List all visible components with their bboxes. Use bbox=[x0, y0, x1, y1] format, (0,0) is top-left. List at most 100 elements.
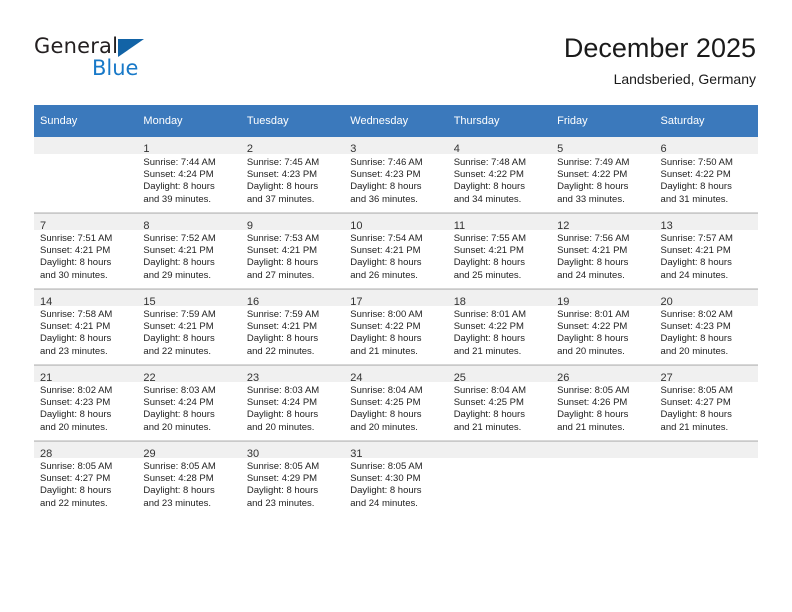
logo-text-blue: Blue bbox=[92, 56, 139, 80]
calendar-day-cell[interactable]: 14 Sunrise: 7:58 AM Sunset: 4:21 PM Dayligh… bbox=[34, 288, 138, 365]
daylight-text-line2: and 31 minutes. bbox=[660, 193, 729, 205]
calendar-day-cell[interactable]: 18 Sunrise: 8:01 AM Sunset: 4:22 PM Dayligh… bbox=[447, 288, 552, 365]
day-number-band: 29 bbox=[137, 441, 241, 460]
day-number-band: 13 bbox=[654, 213, 758, 232]
calendar-day-cell[interactable]: 29 Sunrise: 8:05 AM Sunset: 4:28 PM Dayligh… bbox=[137, 440, 241, 516]
day-cell-inner: 14 Sunrise: 7:58 AM Sunset: 4:21 PM Dayligh… bbox=[34, 289, 138, 364]
day-number: 4 bbox=[453, 143, 460, 155]
sunset-text: Sunset: 4:25 PM bbox=[350, 397, 421, 409]
sunrise-text: Sunrise: 8:01 AM bbox=[453, 309, 527, 320]
calendar-day-cell[interactable]: 30 Sunrise: 8:05 AM Sunset: 4:29 PM Dayligh… bbox=[240, 440, 345, 516]
sunrise-text: Sunrise: 7:48 AM bbox=[453, 157, 527, 168]
sunrise-text: Sunrise: 7:55 AM bbox=[453, 233, 527, 244]
sunrise-text: Sunrise: 7:59 AM bbox=[143, 309, 216, 320]
day-cell-inner bbox=[34, 137, 138, 212]
day-number-band: 2 bbox=[240, 137, 345, 155]
day-number-band: 8 bbox=[137, 213, 241, 232]
daylight-text-line1: Daylight: 8 hours bbox=[246, 181, 319, 193]
day-number-band: 7 bbox=[34, 213, 138, 232]
day-number-band: 1 bbox=[137, 137, 241, 155]
calendar-week-row: 1 Sunrise: 7:44 AM Sunset: 4:24 PM Daylight… bbox=[34, 137, 758, 213]
daylight-text-line1: Daylight: 8 hours bbox=[660, 409, 732, 421]
calendar-day-cell[interactable]: 11 Sunrise: 7:55 AM Sunset: 4:21 PM Dayligh… bbox=[447, 212, 552, 289]
calendar-day-cell[interactable]: 1 Sunrise: 7:44 AM Sunset: 4:24 PM Daylight… bbox=[137, 137, 241, 213]
sunset-text: Sunset: 4:22 PM bbox=[350, 321, 421, 333]
day-details: Sunrise: 7:59 AM Sunset: 4:21 PM Daylight:… bbox=[137, 306, 240, 358]
calendar-day-cell[interactable]: 15 Sunrise: 7:59 AM Sunset: 4:21 PM Dayligh… bbox=[137, 288, 241, 365]
day-details: Sunrise: 8:04 AM Sunset: 4:25 PM Daylight:… bbox=[344, 382, 447, 434]
day-number-band: 21 bbox=[34, 365, 138, 384]
calendar-day-cell[interactable]: 31 Sunrise: 8:05 AM Sunset: 4:30 PM Dayligh… bbox=[344, 440, 448, 516]
calendar-day-cell[interactable]: 19 Sunrise: 8:01 AM Sunset: 4:22 PM Dayligh… bbox=[551, 288, 655, 365]
calendar-day-cell[interactable]: 24 Sunrise: 8:04 AM Sunset: 4:25 PM Dayligh… bbox=[344, 364, 448, 441]
calendar-day-cell[interactable]: 20 Sunrise: 8:02 AM Sunset: 4:23 PM Dayligh… bbox=[654, 288, 758, 365]
sunset-text: Sunset: 4:27 PM bbox=[40, 473, 111, 485]
calendar-day-cell[interactable]: 6 Sunrise: 7:50 AM Sunset: 4:22 PM Daylight… bbox=[654, 137, 758, 213]
daylight-text-line2: and 20 minutes. bbox=[246, 421, 315, 433]
calendar-day-cell[interactable]: 10 Sunrise: 7:54 AM Sunset: 4:21 PM Dayligh… bbox=[344, 212, 448, 289]
page-header: General Blue December 2025 Landsberied, … bbox=[0, 0, 792, 100]
day-number-band: 24 bbox=[344, 365, 448, 384]
calendar-day-cell[interactable]: 12 Sunrise: 7:56 AM Sunset: 4:21 PM Dayligh… bbox=[551, 212, 655, 289]
sunrise-text: Sunrise: 7:59 AM bbox=[246, 309, 320, 320]
logo-triangle-icon bbox=[118, 39, 144, 57]
calendar-day-cell[interactable]: 25 Sunrise: 8:04 AM Sunset: 4:25 PM Dayligh… bbox=[447, 364, 552, 441]
day-number-band bbox=[654, 441, 758, 458]
day-number: 10 bbox=[350, 220, 363, 232]
calendar-day-cell[interactable]: 21 Sunrise: 8:02 AM Sunset: 4:23 PM Dayligh… bbox=[34, 364, 138, 441]
sunset-text: Sunset: 4:23 PM bbox=[246, 169, 318, 181]
daylight-text-line2: and 39 minutes. bbox=[143, 193, 212, 205]
day-number-band: 30 bbox=[240, 441, 345, 460]
calendar-day-cell[interactable]: 2 Sunrise: 7:45 AM Sunset: 4:23 PM Daylight… bbox=[240, 137, 345, 213]
calendar-day-cell[interactable]: 22 Sunrise: 8:03 AM Sunset: 4:24 PM Dayligh… bbox=[137, 364, 241, 441]
calendar-empty-cell bbox=[34, 137, 138, 213]
daylight-text-line2: and 24 minutes. bbox=[660, 269, 729, 281]
calendar-day-cell[interactable]: 26 Sunrise: 8:05 AM Sunset: 4:26 PM Dayligh… bbox=[551, 364, 655, 441]
day-number: 3 bbox=[350, 143, 357, 155]
day-details: Sunrise: 8:03 AM Sunset: 4:24 PM Daylight:… bbox=[241, 382, 344, 434]
day-number-band: 19 bbox=[551, 289, 655, 308]
day-cell-inner: 28 Sunrise: 8:05 AM Sunset: 4:27 PM Dayligh… bbox=[34, 441, 138, 516]
calendar-day-cell[interactable]: 4 Sunrise: 7:48 AM Sunset: 4:22 PM Daylight… bbox=[447, 137, 552, 213]
day-cell-inner: 17 Sunrise: 8:00 AM Sunset: 4:22 PM Dayligh… bbox=[344, 289, 448, 364]
calendar-day-cell[interactable]: 27 Sunrise: 8:05 AM Sunset: 4:27 PM Dayligh… bbox=[654, 364, 758, 441]
daylight-text-line1: Daylight: 8 hours bbox=[40, 257, 112, 269]
calendar-day-cell[interactable]: 8 Sunrise: 7:52 AM Sunset: 4:21 PM Daylight… bbox=[137, 212, 241, 289]
day-cell-inner bbox=[551, 441, 655, 516]
calendar-day-cell[interactable]: 17 Sunrise: 8:00 AM Sunset: 4:22 PM Dayligh… bbox=[344, 288, 448, 365]
daylight-text-line2: and 23 minutes. bbox=[40, 345, 108, 357]
day-number-band: 5 bbox=[551, 137, 655, 155]
day-number-band: 23 bbox=[240, 365, 345, 384]
day-cell-inner: 31 Sunrise: 8:05 AM Sunset: 4:30 PM Dayligh… bbox=[344, 441, 448, 516]
calendar-page: General Blue December 2025 Landsberied, … bbox=[0, 0, 792, 612]
sunset-text: Sunset: 4:28 PM bbox=[143, 473, 214, 485]
daylight-text-line1: Daylight: 8 hours bbox=[660, 257, 732, 269]
calendar-day-cell[interactable]: 9 Sunrise: 7:53 AM Sunset: 4:21 PM Daylight… bbox=[240, 212, 345, 289]
day-details: Sunrise: 8:05 AM Sunset: 4:30 PM Daylight:… bbox=[344, 458, 447, 510]
calendar-day-cell[interactable]: 13 Sunrise: 7:57 AM Sunset: 4:21 PM Dayligh… bbox=[654, 212, 758, 289]
calendar-day-cell[interactable]: 7 Sunrise: 7:51 AM Sunset: 4:21 PM Daylight… bbox=[34, 212, 138, 289]
general-blue-logo: General Blue bbox=[34, 34, 254, 88]
calendar-day-cell[interactable]: 5 Sunrise: 7:49 AM Sunset: 4:22 PM Daylight… bbox=[551, 137, 655, 213]
day-details: Sunrise: 7:55 AM Sunset: 4:21 PM Daylight:… bbox=[448, 230, 551, 282]
calendar-day-cell[interactable]: 28 Sunrise: 8:05 AM Sunset: 4:27 PM Dayligh… bbox=[34, 440, 138, 516]
day-number: 16 bbox=[246, 296, 260, 308]
daylight-text-line1: Daylight: 8 hours bbox=[40, 333, 112, 345]
calendar-day-cell[interactable]: 3 Sunrise: 7:46 AM Sunset: 4:23 PM Daylight… bbox=[344, 137, 448, 213]
daylight-text-line2: and 33 minutes. bbox=[557, 193, 625, 205]
day-number-band bbox=[447, 441, 552, 458]
calendar-day-cell[interactable]: 23 Sunrise: 8:03 AM Sunset: 4:24 PM Dayligh… bbox=[240, 364, 345, 441]
daylight-text-line1: Daylight: 8 hours bbox=[453, 257, 525, 269]
sunset-text: Sunset: 4:21 PM bbox=[246, 321, 318, 333]
daylight-text-line1: Daylight: 8 hours bbox=[350, 333, 422, 345]
daylight-text-line2: and 23 minutes. bbox=[246, 497, 315, 509]
daylight-text-line1: Daylight: 8 hours bbox=[453, 409, 525, 421]
day-details: Sunrise: 8:04 AM Sunset: 4:25 PM Daylight:… bbox=[448, 382, 551, 434]
day-details: Sunrise: 8:05 AM Sunset: 4:27 PM Daylight:… bbox=[655, 382, 758, 434]
calendar-day-cell[interactable]: 16 Sunrise: 7:59 AM Sunset: 4:21 PM Dayligh… bbox=[240, 288, 345, 365]
sunset-text: Sunset: 4:23 PM bbox=[40, 397, 111, 409]
day-details: Sunrise: 8:02 AM Sunset: 4:23 PM Daylight:… bbox=[655, 306, 758, 358]
day-number: 11 bbox=[453, 220, 466, 232]
daylight-text-line2: and 20 minutes. bbox=[557, 345, 625, 357]
day-number: 31 bbox=[350, 448, 363, 460]
